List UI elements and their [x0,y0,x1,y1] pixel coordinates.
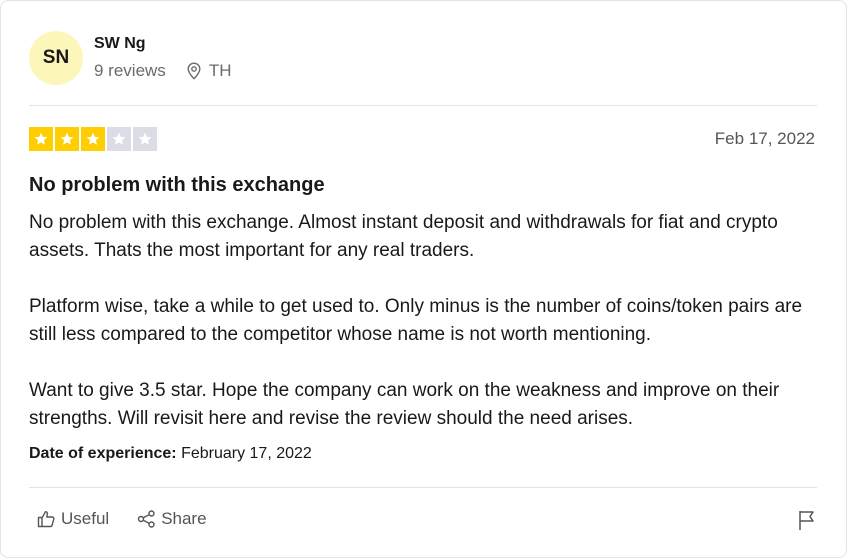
reviewer-name[interactable]: SW Ng [94,35,146,53]
review-paragraph: Platform wise, take a while to get used … [29,296,803,345]
review-actions: Useful Share [37,509,235,529]
review-paragraph: No problem with this exchange. Almost in… [29,212,778,261]
star-icon [29,127,53,151]
share-button[interactable]: Share [137,509,207,529]
share-label: Share [161,509,207,528]
review-date: Feb 17, 2022 [714,129,815,148]
review-paragraph: Want to give 3.5 star. Hope the company … [29,380,780,429]
review-body: No problem with this exchange. Almost in… [29,209,821,433]
date-of-experience: Date of experience: February 17, 2022 [29,445,312,463]
reviewer-meta: 9 reviews TH [94,61,231,81]
divider [29,487,817,488]
review-card: SN SW Ng 9 reviews TH Feb 17, 2022 No pr… [0,0,847,558]
divider [29,105,817,106]
star-rating [29,127,159,151]
star-icon [107,127,131,151]
star-icon [133,127,157,151]
review-count: 9 reviews [94,61,166,80]
share-icon [137,510,155,528]
star-icon [55,127,79,151]
location-code: TH [208,61,232,80]
experience-date: February 17, 2022 [181,445,312,462]
useful-label: Useful [61,509,110,528]
avatar[interactable]: SN [29,31,83,85]
star-icon [81,127,105,151]
useful-button[interactable]: Useful [37,509,109,529]
thumbs-up-icon [37,511,55,528]
reviewer-location: TH [186,61,232,81]
report-flag-button[interactable] [797,509,817,536]
location-pin-icon [187,62,201,80]
experience-label: Date of experience: [29,445,177,462]
flag-icon [799,511,814,530]
review-title[interactable]: No problem with this exchange [29,174,325,197]
